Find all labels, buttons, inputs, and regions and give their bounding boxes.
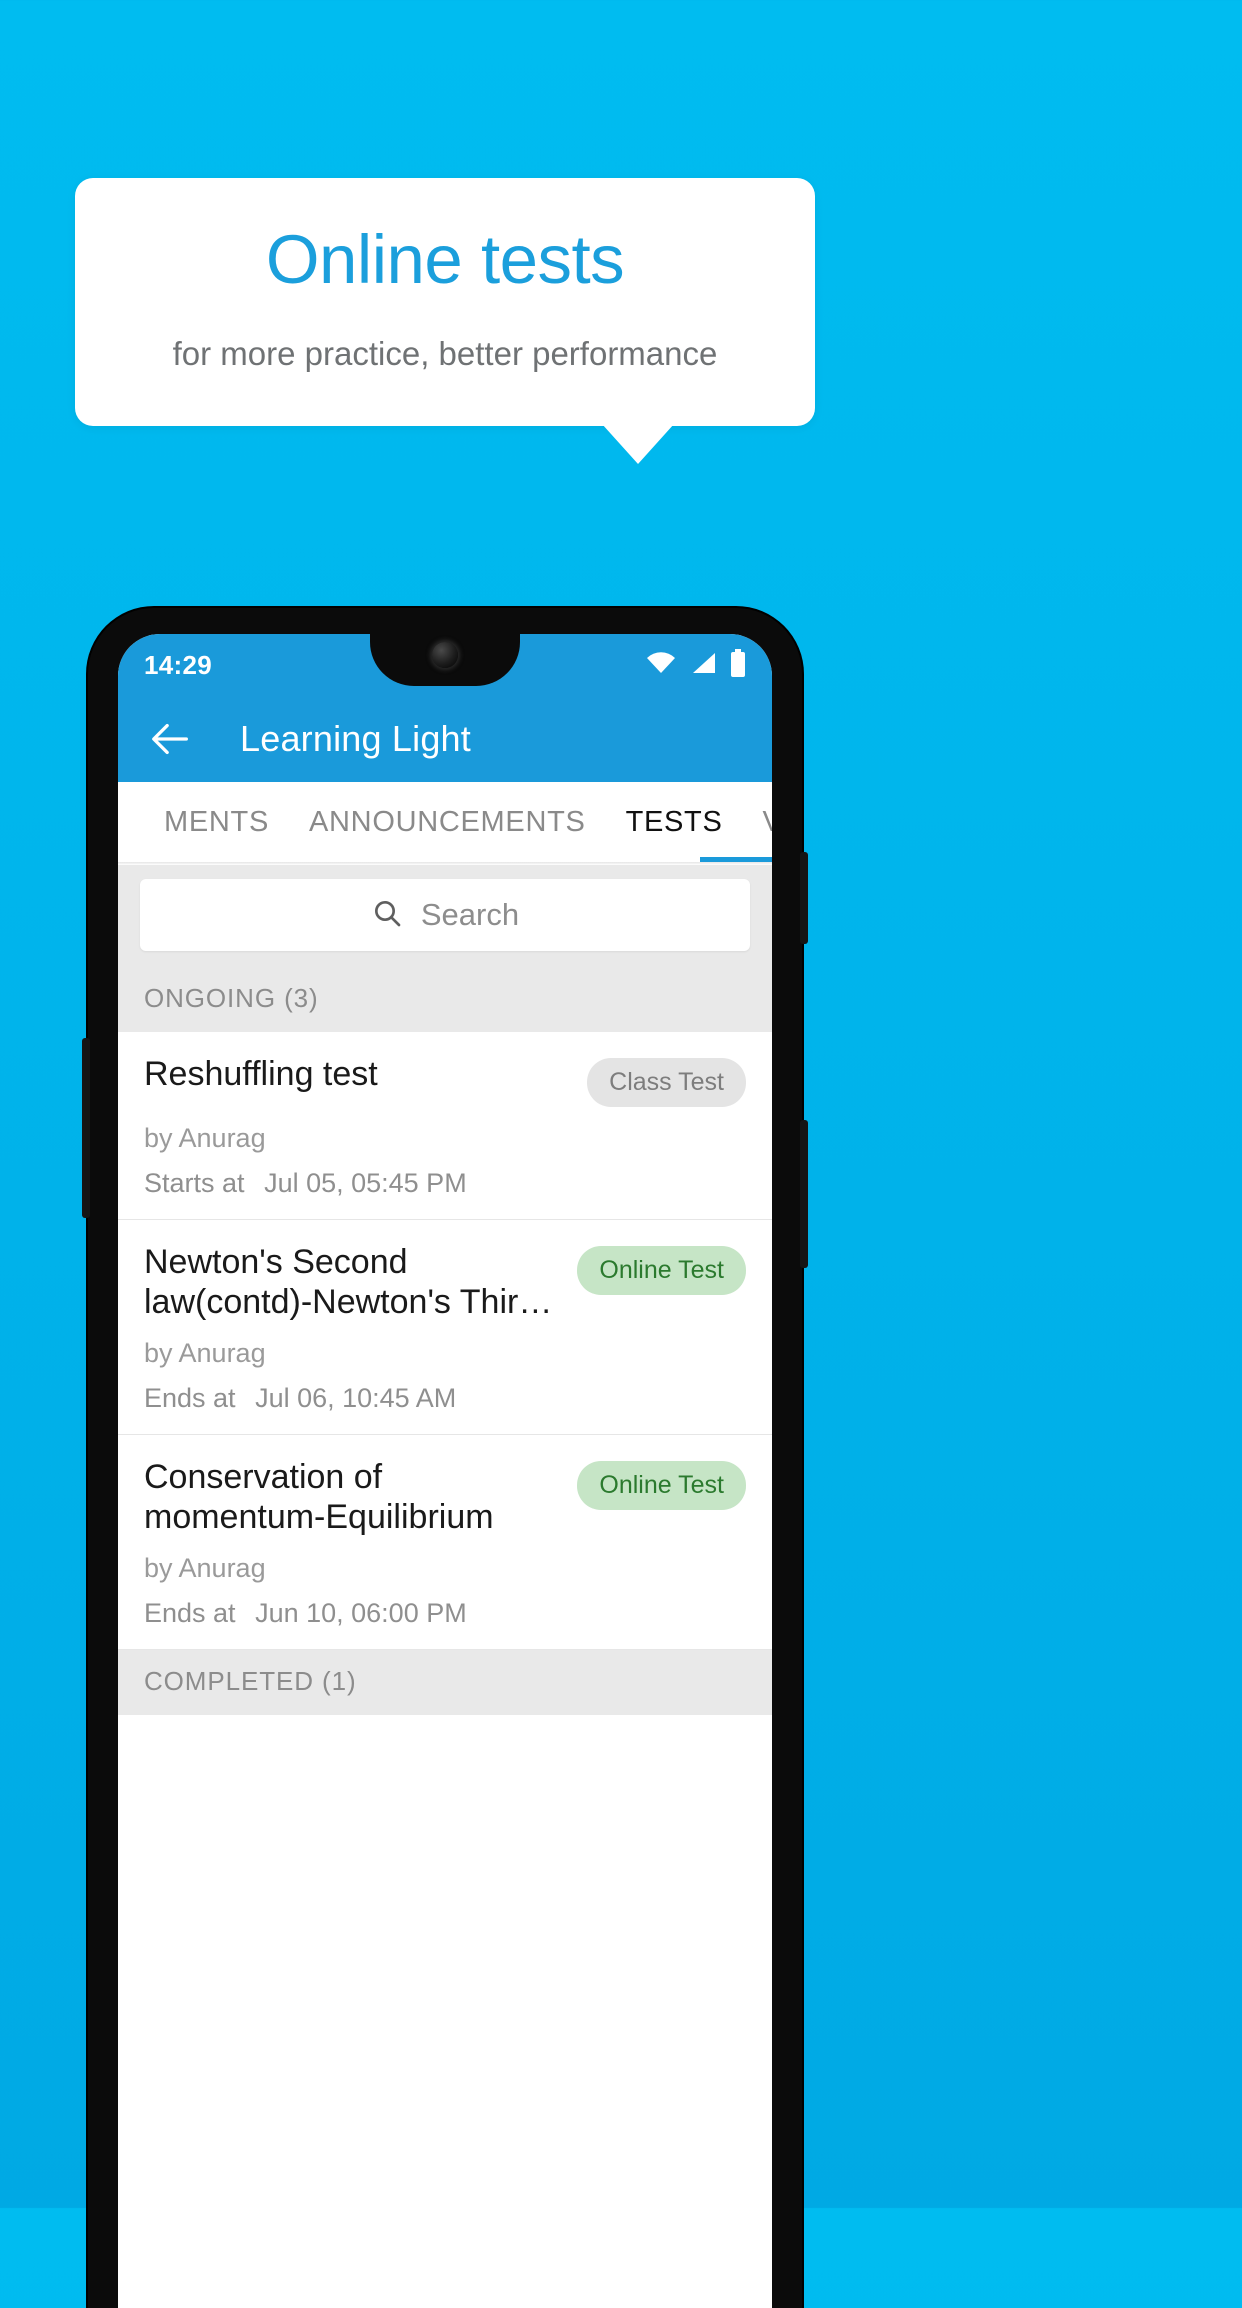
phone-frame: 14:29 Learning Light MENTS ANNOUNCEMENTS… [82, 608, 808, 2308]
front-camera [432, 642, 458, 668]
wifi-icon [646, 651, 676, 680]
status-bar-time: 14:29 [144, 649, 212, 680]
section-header-completed: COMPLETED (1) [118, 1650, 772, 1716]
test-row-header: Newton's Second law(contd)-Newton's Thir… [144, 1242, 746, 1322]
tab-videos[interactable]: VIDEOS [743, 782, 772, 862]
test-time-label: Starts at [144, 1168, 245, 1198]
promo-title: Online tests [265, 221, 625, 298]
test-row-header: Reshuffling test Class Test [144, 1054, 746, 1107]
test-time: Starts at Jul 05, 05:45 PM [144, 1168, 746, 1199]
status-badge: Class Test [587, 1058, 746, 1107]
search-placeholder: Search [420, 897, 520, 932]
test-time: Ends at Jul 06, 10:45 AM [144, 1383, 746, 1414]
tab-announcements[interactable]: ANNOUNCEMENTS [289, 782, 606, 862]
phone-power-button[interactable] [800, 852, 808, 944]
app-bar-title: Learning Light [240, 718, 471, 759]
table-row[interactable]: Conservation of momentum-Equilibrium Onl… [118, 1435, 772, 1651]
test-title: Conservation of momentum-Equilibrium [144, 1458, 494, 1537]
test-time-value: Jul 05, 05:45 PM [264, 1168, 467, 1198]
tab-bar: MENTS ANNOUNCEMENTS TESTS VIDEOS [118, 782, 772, 862]
test-author: by Anurag [144, 1553, 266, 1584]
promo-callout-card: Online tests for more practice, better p… [75, 178, 815, 426]
status-badge: Online Test [577, 1461, 746, 1511]
section-header-ongoing: ONGOING (3) [118, 967, 772, 1032]
test-time-label: Ends at [144, 1383, 236, 1414]
test-row-header: Conservation of momentum-Equilibrium Onl… [144, 1457, 746, 1537]
test-author: by Anurag [144, 1338, 266, 1369]
test-time-value: Jul 06, 10:45 AM [255, 1383, 457, 1414]
test-time-value: Jun 10, 06:00 PM [255, 1598, 467, 1629]
tab-assignments[interactable]: MENTS [144, 782, 289, 862]
phone-volume-button[interactable] [800, 1120, 808, 1268]
test-time: Ends at Jun 10, 06:00 PM [144, 1598, 746, 1629]
signal-icon [689, 651, 717, 680]
search-bar-container: Search [118, 865, 772, 967]
battery-icon [730, 648, 746, 682]
status-bar-icons [646, 648, 746, 682]
back-arrow-icon[interactable] [148, 716, 194, 762]
test-title: Reshuffling test [144, 1055, 378, 1093]
test-title: Newton's Second law(contd)-Newton's Thir… [144, 1243, 553, 1322]
test-time-label: Ends at [144, 1598, 236, 1629]
table-row[interactable]: Newton's Second law(contd)-Newton's Thir… [118, 1220, 772, 1436]
phone-screen: 14:29 Learning Light MENTS ANNOUNCEMENTS… [118, 634, 772, 2308]
search-icon [371, 897, 403, 934]
status-badge: Online Test [577, 1246, 746, 1295]
app-bar: Learning Light [118, 696, 772, 782]
table-row[interactable]: Reshuffling test Class Test by Anurag St… [118, 1032, 772, 1220]
status-bar: 14:29 [118, 634, 772, 696]
active-tab-indicator [700, 857, 772, 862]
search-input[interactable]: Search [140, 879, 750, 951]
promo-callout-tail [602, 424, 674, 464]
promo-subtitle: for more practice, better performance [172, 335, 718, 372]
tab-tests[interactable]: TESTS [606, 782, 743, 862]
test-author: by Anurag [144, 1123, 266, 1153]
phone-side-button[interactable] [82, 1038, 90, 1218]
